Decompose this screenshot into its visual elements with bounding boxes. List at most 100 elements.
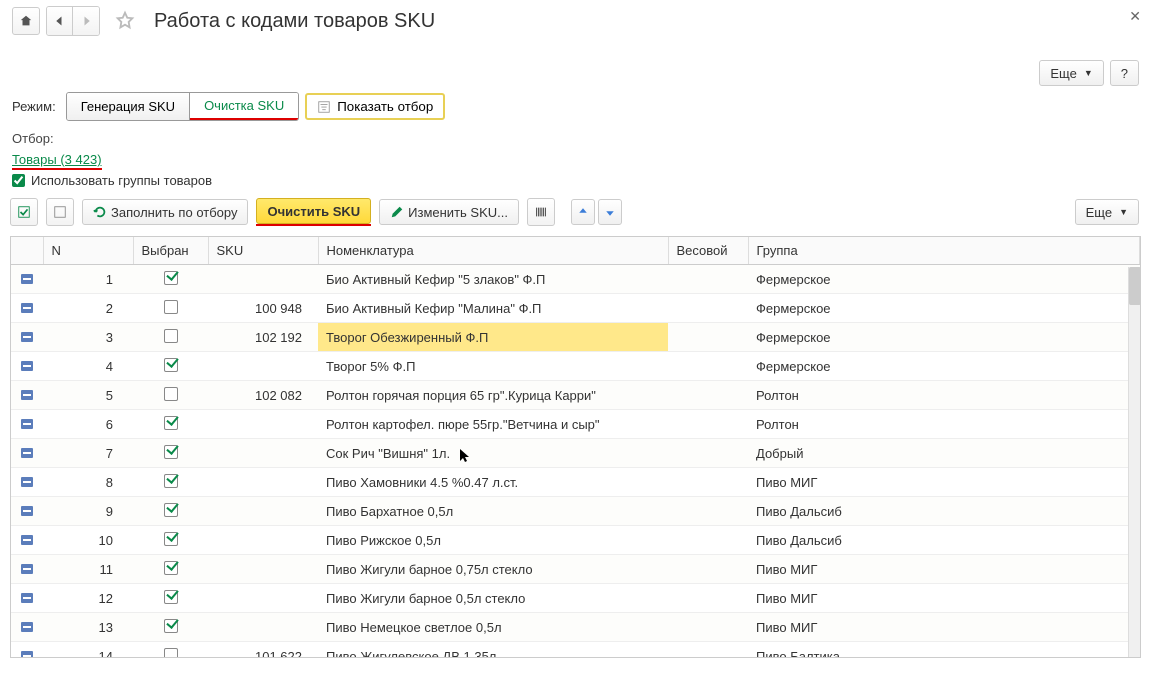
filter-icon [317,100,331,114]
row-checkbox[interactable] [164,271,178,285]
row-flag-icon [21,506,33,516]
cell-n: 6 [43,410,133,439]
table-row[interactable]: 12Пиво Жигули барное 0,5л стеклоПиво МИГ [11,584,1140,613]
cell-nomen: Пиво Бархатное 0,5л [318,497,668,526]
row-flag-icon [21,564,33,574]
cell-group: Пиво МИГ [748,584,1140,613]
barcode-button[interactable] [527,198,555,226]
change-sku-button[interactable]: Изменить SKU... [379,199,519,225]
filter-goods-link[interactable]: Товары (3 423) [12,152,102,167]
cell-nomen: Пиво Жигули барное 0,75л стекло [318,555,668,584]
col-sku-header[interactable]: SKU [208,237,318,265]
row-checkbox[interactable] [164,619,178,633]
nav-back-button[interactable] [47,7,73,35]
clear-sku-button[interactable]: Очистить SKU [256,198,371,224]
col-group-header[interactable]: Группа [748,237,1140,265]
table-row[interactable]: 1Био Активный Кефир "5 злаков" Ф.ПФермер… [11,265,1140,294]
row-flag-icon [21,361,33,371]
cell-nomen: Сок Рич "Вишня" 1л. [318,439,668,468]
cell-sku [208,439,318,468]
cell-nomen: Ролтон горячая порция 65 гр".Курица Карр… [318,381,668,410]
top-more-button[interactable]: Еще▼ [1039,60,1103,86]
cell-sku [208,526,318,555]
cell-n: 11 [43,555,133,584]
table-row[interactable]: 2100 948Био Активный Кефир "Малина" Ф.ПФ… [11,294,1140,323]
cell-group: Пиво Балтика [748,642,1140,658]
row-checkbox[interactable] [164,329,178,343]
row-checkbox[interactable] [164,387,178,401]
deselect-all-button[interactable] [46,198,74,226]
arrow-up-icon [577,206,589,218]
cell-group: Пиво МИГ [748,613,1140,642]
cell-group: Пиво Дальсиб [748,497,1140,526]
col-n-header[interactable]: N [43,237,133,265]
col-selected-header[interactable]: Выбран [133,237,208,265]
move-up-button[interactable] [571,199,595,225]
table-row[interactable]: 10Пиво Рижское 0,5лПиво Дальсиб [11,526,1140,555]
table-row[interactable]: 7Сок Рич "Вишня" 1л.Добрый [11,439,1140,468]
row-checkbox[interactable] [164,648,178,658]
cell-n: 12 [43,584,133,613]
nav-forward-button[interactable] [73,7,99,35]
cell-sku [208,468,318,497]
table-row[interactable]: 5102 082Ролтон горячая порция 65 гр".Кур… [11,381,1140,410]
filter-label: Отбор: [12,131,1139,146]
fill-by-filter-button[interactable]: Заполнить по отбору [82,199,248,225]
show-filter-button[interactable]: Показать отбор [305,93,445,120]
cell-n: 9 [43,497,133,526]
col-weight-header[interactable]: Весовой [668,237,748,265]
table-row[interactable]: 4 Творог 5% Ф.П Фермерское [11,352,1140,381]
scroll-thumb[interactable] [1129,267,1141,305]
row-checkbox[interactable] [164,590,178,604]
cell-n: 3 [43,323,133,352]
cell-group: Фермерское [748,352,1140,381]
close-button[interactable]: ✕ [1129,8,1141,25]
cell-sku [208,555,318,584]
row-checkbox[interactable] [164,532,178,546]
col-flag-header[interactable] [11,237,43,265]
use-groups-checkbox[interactable] [12,174,25,187]
col-nomen-header[interactable]: Номенклатура [318,237,668,265]
mode-clean-button[interactable]: Очистка SKU [190,93,298,120]
help-button[interactable]: ? [1110,60,1139,86]
table-row[interactable]: 3102 192Творог Обезжиренный Ф.ПФермерско… [11,323,1140,352]
table-row[interactable]: 14101 622Пиво Жигулевское ДВ 1,35лПиво Б… [11,642,1140,658]
cell-group: Фермерское [748,294,1140,323]
cell-nomen: Творог 5% Ф.П [318,352,668,381]
cell-n: 4 [43,352,133,381]
cell-nomen: Пиво Рижское 0,5л [318,526,668,555]
arrow-left-icon [54,15,66,27]
mode-gen-button[interactable]: Генерация SKU [67,93,190,120]
row-checkbox[interactable] [164,474,178,488]
row-checkbox[interactable] [164,416,178,430]
cell-sku: 102 082 [208,381,318,410]
home-button[interactable] [12,7,40,35]
mode-segment: Генерация SKU Очистка SKU [66,92,300,121]
table-row[interactable]: 11Пиво Жигули барное 0,75л стеклоПиво МИ… [11,555,1140,584]
select-all-icon [17,205,31,219]
actions-more-button[interactable]: Еще▼ [1075,199,1139,225]
cell-group: Фермерское [748,265,1140,294]
favorite-star-icon[interactable] [114,10,136,32]
row-checkbox[interactable] [164,561,178,575]
mode-label: Режим: [12,99,56,114]
actions-more-label: Еще [1086,205,1112,220]
row-flag-icon [21,390,33,400]
table-row[interactable]: 6Ролтон картофел. пюре 55гр."Ветчина и с… [11,410,1140,439]
move-down-button[interactable] [598,199,622,225]
row-checkbox[interactable] [164,358,178,372]
row-checkbox[interactable] [164,445,178,459]
row-checkbox[interactable] [164,503,178,517]
row-checkbox[interactable] [164,300,178,314]
table-row[interactable]: 13Пиво Немецкое светлое 0,5лПиво МИГ [11,613,1140,642]
nav-group [46,6,100,36]
fill-label: Заполнить по отбору [111,205,237,220]
vertical-scrollbar[interactable] [1128,267,1140,657]
select-all-button[interactable] [10,198,38,226]
cell-weight [668,526,748,555]
table-row[interactable]: 9 Пиво Бархатное 0,5л Пиво Дальсиб [11,497,1140,526]
cell-nomen: Пиво Жигулевское ДВ 1,35л [318,642,668,658]
cell-nomen: Био Активный Кефир "Малина" Ф.П [318,294,668,323]
cell-n: 14 [43,642,133,658]
table-row[interactable]: 8Пиво Хамовники 4.5 %0.47 л.ст.Пиво МИГ [11,468,1140,497]
